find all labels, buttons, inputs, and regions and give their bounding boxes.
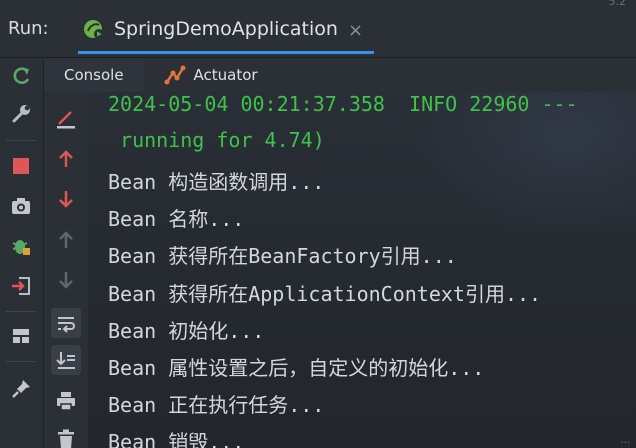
corner-text: 5.2 xyxy=(608,0,627,8)
scroll-to-end-icon[interactable] xyxy=(51,345,81,375)
toolbar-separator xyxy=(6,140,36,141)
run-toolbar xyxy=(0,58,44,448)
tab-actuator-label: Actuator xyxy=(193,66,258,84)
console-line: Bean 初始化... xyxy=(108,319,265,343)
console-output[interactable]: 2024-05-04 00:21:37.358 INFO 22960 --- r… xyxy=(88,92,636,448)
up-arrow-icon[interactable] xyxy=(51,144,81,174)
run-header: Run: SpringDemoApplication × 5.2 xyxy=(0,0,636,58)
wrench-icon[interactable] xyxy=(6,99,36,129)
actuator-icon xyxy=(164,64,186,86)
tab-console[interactable]: Console xyxy=(44,58,144,92)
spring-boot-run-icon xyxy=(82,17,106,41)
close-icon[interactable]: × xyxy=(348,20,363,41)
console-line: Bean 构造函数调用... xyxy=(108,170,325,194)
clear-line-icon[interactable] xyxy=(51,104,81,134)
run-tab-springdemo[interactable]: SpringDemoApplication × xyxy=(78,0,374,58)
trash-icon[interactable] xyxy=(51,424,81,448)
down-arrow-icon[interactable] xyxy=(51,184,81,214)
print-icon[interactable] xyxy=(51,386,81,416)
camera-icon[interactable] xyxy=(6,191,36,221)
run-label: Run: xyxy=(8,18,49,39)
scroll-down-icon[interactable] xyxy=(51,265,81,295)
stop-icon[interactable] xyxy=(6,151,36,181)
toolbar-separator xyxy=(6,311,36,312)
soft-wrap-icon[interactable] xyxy=(51,308,81,338)
console-line: Bean 销毁... xyxy=(108,430,245,448)
console-line: Bean 名称... xyxy=(108,207,245,231)
toolbar-separator xyxy=(6,361,36,362)
scroll-up-icon[interactable] xyxy=(51,225,81,255)
console-line: Bean 获得所在ApplicationContext引用... xyxy=(108,282,542,306)
console-line: Bean 获得所在BeanFactory引用... xyxy=(108,244,457,268)
active-tab-indicator xyxy=(78,51,374,54)
run-tab-title: SpringDemoApplication xyxy=(114,18,338,40)
layout-icon[interactable] xyxy=(6,321,36,351)
log-line: 2024-05-04 00:21:37.358 INFO 22960 --- xyxy=(108,92,578,116)
log-line: running for 4.74) xyxy=(108,128,325,152)
console-gutter-toolbar xyxy=(44,92,88,448)
debug-bug-icon[interactable] xyxy=(6,231,36,261)
tab-console-label: Console xyxy=(64,66,124,84)
corner-bottom-text: ... xyxy=(620,435,630,446)
tab-actuator[interactable]: Actuator xyxy=(144,58,278,92)
exit-icon[interactable] xyxy=(6,271,36,301)
pin-icon[interactable] xyxy=(6,374,36,404)
console-line: Bean 属性设置之后，自定义的初始化... xyxy=(108,356,485,380)
rerun-icon[interactable] xyxy=(6,61,36,91)
console-subtabs: Console Actuator xyxy=(44,58,636,92)
console-line: Bean 正在执行任务... xyxy=(108,393,325,417)
